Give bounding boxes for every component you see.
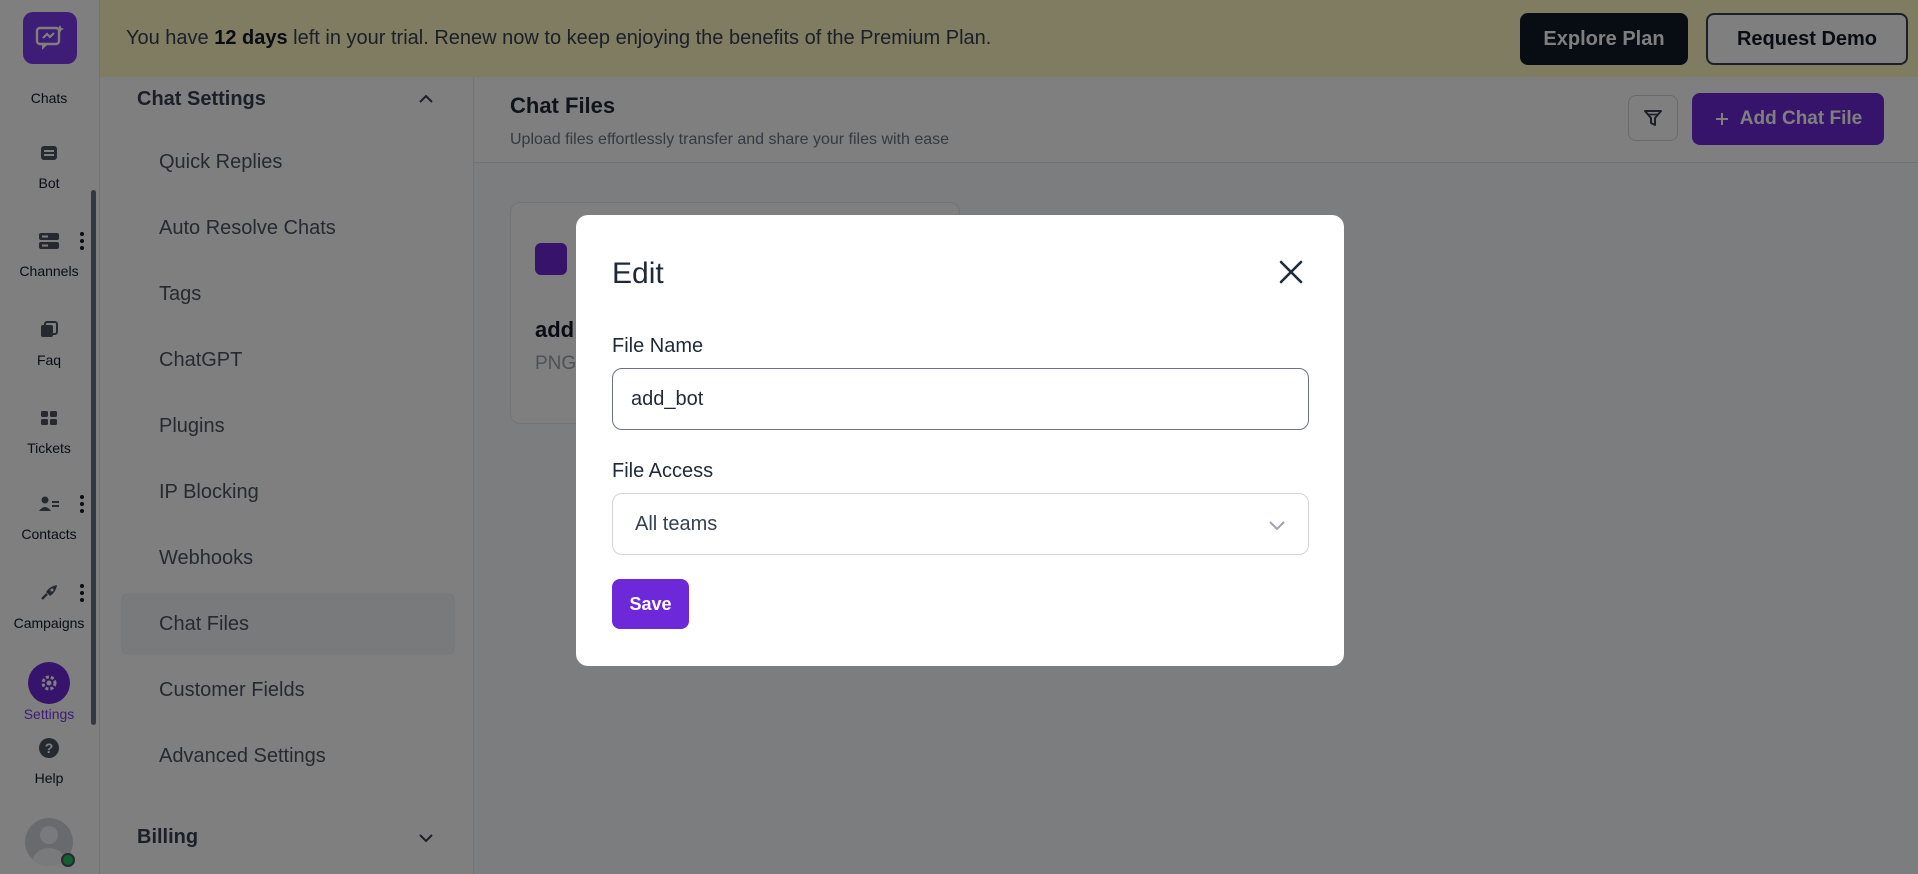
chevron-down-icon [1269, 521, 1285, 531]
edit-file-dialog: Edit File Name File Access All teams Sav… [576, 215, 1344, 666]
file-name-label: File Name [612, 335, 704, 357]
file-access-value: All teams [635, 512, 718, 535]
save-button[interactable]: Save [612, 579, 689, 629]
file-name-input[interactable] [612, 368, 1309, 430]
close-button[interactable] [1274, 255, 1308, 289]
dialog-title: Edit [612, 257, 664, 290]
file-access-select[interactable]: All teams [612, 493, 1309, 555]
close-icon [1279, 260, 1303, 284]
file-access-label: File Access [612, 460, 714, 482]
